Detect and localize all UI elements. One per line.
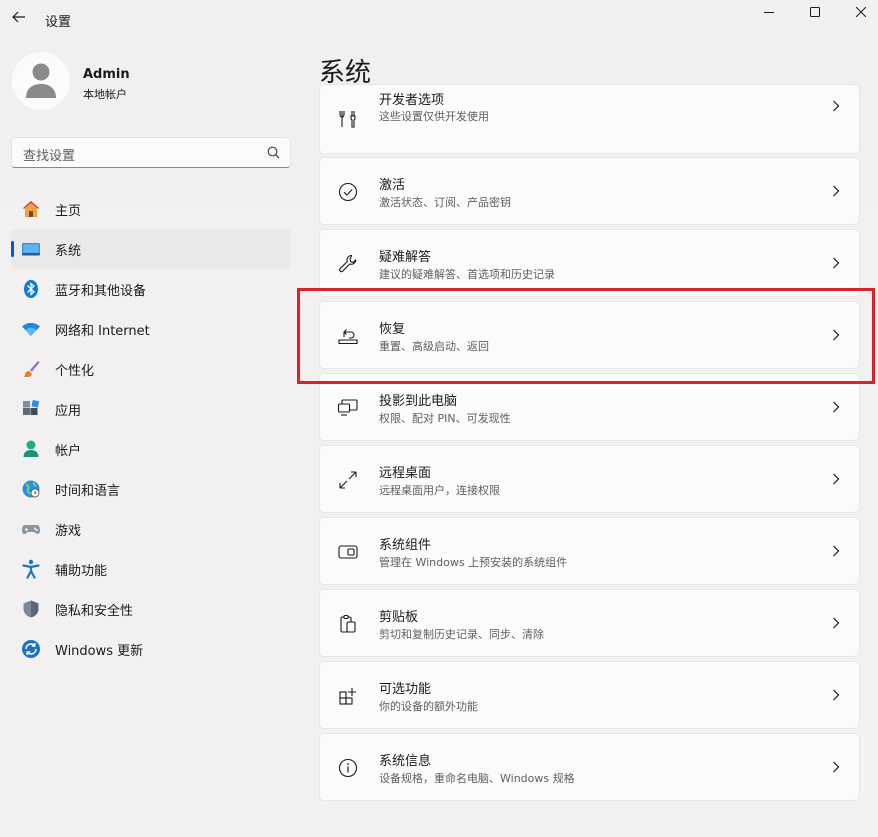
sidebar-item-privacy[interactable]: 隐私和安全性 bbox=[11, 589, 291, 629]
sidebar-item-label: 系统 bbox=[55, 243, 82, 259]
info-icon bbox=[337, 757, 359, 779]
card-description: 你的设备的额外功能 bbox=[379, 700, 478, 713]
chevron-right-icon bbox=[833, 401, 840, 413]
chevron-right-icon bbox=[833, 185, 840, 197]
card-title: 系统信息 bbox=[379, 754, 432, 769]
sidebar-item-label: Windows 更新 bbox=[55, 643, 144, 659]
minimize-icon bbox=[764, 12, 774, 13]
card-remote-desktop[interactable]: 远程桌面 远程桌面用户，连接权限 bbox=[319, 445, 860, 513]
card-optional-features[interactable]: 可选功能 你的设备的额外功能 bbox=[319, 661, 860, 729]
card-title: 系统组件 bbox=[379, 538, 432, 553]
sidebar-item-label: 网络和 Internet bbox=[55, 323, 150, 339]
close-button[interactable] bbox=[838, 0, 878, 24]
sidebar-item-label: 游戏 bbox=[55, 523, 82, 539]
app-title: 设置 bbox=[45, 15, 72, 30]
avatar[interactable] bbox=[12, 52, 70, 110]
optional-features-icon bbox=[337, 685, 359, 707]
update-icon bbox=[21, 639, 41, 659]
card-clipboard[interactable]: 剪贴板 剪切和复制历史记录、同步、清除 bbox=[319, 589, 860, 657]
sidebar-item-label: 时间和语言 bbox=[55, 483, 121, 499]
chevron-right-icon bbox=[833, 100, 840, 112]
chevron-right-icon bbox=[833, 473, 840, 485]
card-system-components[interactable]: 系统组件 管理在 Windows 上预安装的系统组件 bbox=[319, 517, 860, 585]
search-input[interactable]: 查找设置 bbox=[23, 145, 75, 164]
sidebar-nav: 主页 系统 蓝牙和其他设备 网络和 Internet 个性化 应用 帐户 时间和… bbox=[11, 189, 291, 669]
account-type: 本地帐户 bbox=[83, 88, 127, 101]
wifi-icon bbox=[21, 319, 41, 339]
sidebar-item-home[interactable]: 主页 bbox=[11, 189, 291, 229]
gamepad-icon bbox=[21, 519, 41, 539]
sidebar-item-label: 隐私和安全性 bbox=[55, 603, 134, 619]
minimize-button[interactable] bbox=[746, 0, 792, 24]
card-description: 这些设置仅供开发使用 bbox=[379, 110, 489, 123]
chevron-right-icon bbox=[833, 257, 840, 269]
checkmark-circle-icon bbox=[337, 181, 359, 203]
sidebar-item-apps[interactable]: 应用 bbox=[11, 389, 291, 429]
brush-icon bbox=[21, 359, 41, 379]
person-icon bbox=[21, 439, 41, 459]
arrow-left-icon bbox=[12, 11, 25, 23]
globe-icon bbox=[21, 479, 41, 499]
card-troubleshoot[interactable]: 疑难解答 建议的疑难解答、首选项和历史记录 bbox=[319, 229, 860, 297]
sidebar-item-label: 个性化 bbox=[55, 363, 95, 379]
sidebar-item-time-language[interactable]: 时间和语言 bbox=[11, 469, 291, 509]
card-description: 设备规格，重命名电脑、Windows 规格 bbox=[379, 772, 575, 785]
card-activation[interactable]: 激活 激活状态、订阅、产品密钥 bbox=[319, 157, 860, 225]
chevron-right-icon bbox=[833, 617, 840, 629]
chevron-right-icon bbox=[833, 689, 840, 701]
maximize-button[interactable] bbox=[792, 0, 838, 24]
remote-desktop-icon bbox=[337, 469, 359, 491]
title-bar: 设置 bbox=[0, 0, 878, 40]
sidebar-item-network[interactable]: 网络和 Internet bbox=[11, 309, 291, 349]
back-button[interactable] bbox=[8, 6, 30, 28]
card-description: 剪切和复制历史记录、同步、清除 bbox=[379, 628, 544, 641]
sidebar-item-bluetooth[interactable]: 蓝牙和其他设备 bbox=[11, 269, 291, 309]
sidebar-item-label: 主页 bbox=[55, 203, 82, 219]
card-title: 激活 bbox=[379, 178, 406, 193]
card-description: 远程桌面用户，连接权限 bbox=[379, 484, 500, 497]
sidebar-item-accessibility[interactable]: 辅助功能 bbox=[11, 549, 291, 589]
card-description: 管理在 Windows 上预安装的系统组件 bbox=[379, 556, 568, 569]
bluetooth-icon bbox=[21, 279, 41, 299]
card-title: 疑难解答 bbox=[379, 250, 432, 265]
apps-icon bbox=[21, 399, 41, 419]
highlight-box bbox=[297, 288, 875, 384]
wrench-icon bbox=[337, 253, 359, 275]
sidebar-item-label: 帐户 bbox=[55, 443, 82, 459]
sidebar-item-gaming[interactable]: 游戏 bbox=[11, 509, 291, 549]
shield-icon bbox=[21, 599, 41, 619]
card-title: 剪贴板 bbox=[379, 610, 419, 625]
sidebar-item-system[interactable]: 系统 bbox=[11, 229, 291, 269]
card-about[interactable]: 系统信息 设备规格，重命名电脑、Windows 规格 bbox=[319, 733, 860, 801]
system-components-icon bbox=[337, 541, 359, 563]
chevron-right-icon bbox=[833, 761, 840, 773]
chevron-right-icon bbox=[833, 545, 840, 557]
home-icon bbox=[21, 199, 41, 219]
sidebar-item-label: 应用 bbox=[55, 403, 82, 419]
card-title: 远程桌面 bbox=[379, 466, 432, 481]
card-developer-options[interactable]: 开发者选项 这些设置仅供开发使用 bbox=[319, 84, 860, 154]
accessibility-icon bbox=[21, 559, 41, 579]
user-name: Admin bbox=[83, 67, 130, 82]
close-icon bbox=[856, 7, 866, 17]
person-avatar-icon bbox=[26, 63, 56, 98]
developer-tools-icon bbox=[337, 108, 359, 130]
card-title: 投影到此电脑 bbox=[379, 394, 458, 409]
search-icon[interactable] bbox=[267, 146, 280, 159]
search-box[interactable]: 查找设置 bbox=[11, 137, 291, 168]
sidebar-item-accounts[interactable]: 帐户 bbox=[11, 429, 291, 469]
card-title: 可选功能 bbox=[379, 682, 432, 697]
sidebar-item-label: 蓝牙和其他设备 bbox=[55, 283, 147, 299]
projection-icon bbox=[337, 397, 359, 419]
sidebar-item-personalization[interactable]: 个性化 bbox=[11, 349, 291, 389]
card-title: 开发者选项 bbox=[379, 93, 445, 108]
sidebar-item-label: 辅助功能 bbox=[55, 563, 108, 579]
card-description: 权限、配对 PIN、可发现性 bbox=[379, 412, 511, 425]
sidebar-item-windows-update[interactable]: Windows 更新 bbox=[11, 629, 291, 669]
maximize-icon bbox=[810, 7, 820, 17]
card-description: 激活状态、订阅、产品密钥 bbox=[379, 196, 511, 209]
system-icon bbox=[21, 239, 41, 259]
clipboard-icon bbox=[337, 613, 359, 635]
card-description: 建议的疑难解答、首选项和历史记录 bbox=[379, 268, 555, 281]
